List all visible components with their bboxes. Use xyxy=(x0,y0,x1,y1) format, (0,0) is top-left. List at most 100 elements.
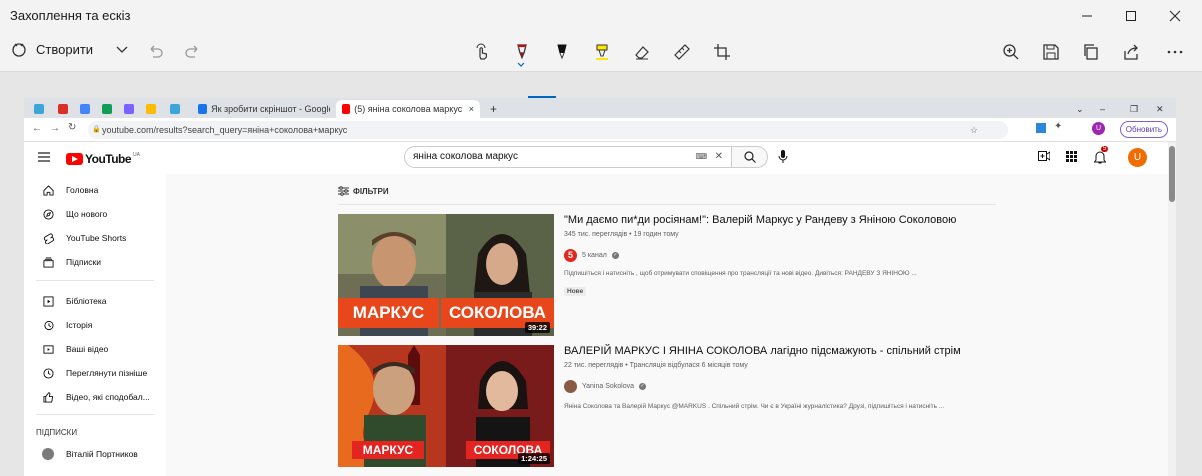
highlighter-button[interactable] xyxy=(587,38,617,66)
sidebar-item-label: Відео, які сподобал... xyxy=(66,392,150,402)
chevron-down-icon[interactable] xyxy=(115,42,129,56)
sidebar-item-home[interactable]: Головна xyxy=(24,178,166,202)
channel-row[interactable]: Yanina Sokolova ✓ xyxy=(564,380,647,393)
maximize-button[interactable] xyxy=(1108,0,1154,32)
region-label: UA xyxy=(133,152,140,158)
new-badge: Нове xyxy=(564,287,587,296)
pen-options-chevron-icon[interactable] xyxy=(517,62,525,68)
tab-favicon-icon xyxy=(58,104,68,114)
pencil-button[interactable] xyxy=(547,38,577,66)
copy-button[interactable] xyxy=(1076,38,1106,66)
create-video-icon[interactable] xyxy=(1038,151,1050,161)
more-button[interactable] xyxy=(1160,38,1190,66)
notifications-bell-icon[interactable] xyxy=(1094,151,1106,164)
clear-search-icon[interactable]: ✕ xyxy=(715,147,723,167)
browser-restore-icon[interactable]: ❐ xyxy=(1124,100,1144,118)
pinned-tab[interactable] xyxy=(140,100,162,118)
pinned-tab[interactable] xyxy=(52,100,74,118)
close-button[interactable] xyxy=(1152,0,1198,32)
sidebar-item-label: Бібліотека xyxy=(66,296,107,306)
keyboard-icon[interactable]: ⌨ xyxy=(695,147,707,167)
youtube-logo[interactable]: YouTube UA xyxy=(66,152,140,166)
forward-icon[interactable]: → xyxy=(50,123,60,134)
search-button[interactable] xyxy=(732,146,768,168)
microphone-icon[interactable] xyxy=(778,150,788,164)
tab-search-icon[interactable]: ⌄ xyxy=(1070,100,1090,118)
video-duration: 1:24:25 xyxy=(518,453,550,464)
window-title: Захоплення та ескіз xyxy=(10,8,131,23)
thumbnail-caption-left: МАРКУС xyxy=(352,441,424,459)
bookmark-star-icon[interactable]: ☆ xyxy=(970,121,978,139)
video-meta: 22 тис. переглядів • Трансляція відбулас… xyxy=(564,362,748,369)
filters-icon xyxy=(338,186,349,196)
subscriptions-icon xyxy=(42,256,54,268)
channel-row[interactable]: 5 5 канал ✓ xyxy=(564,249,619,262)
touch-write-button[interactable] xyxy=(467,38,497,66)
close-icon xyxy=(1169,10,1181,22)
account-avatar[interactable]: U xyxy=(1128,148,1147,167)
redo-button[interactable] xyxy=(178,38,208,66)
undo-button[interactable] xyxy=(140,38,170,66)
address-bar[interactable]: 🔒 youtube.com/results?search_query=яніна… xyxy=(88,121,1008,139)
captured-screenshot: Як зробити скріншот - Google Д (5) яніна… xyxy=(24,98,1176,476)
minimize-button[interactable] xyxy=(1064,0,1110,32)
tab-google-docs[interactable]: Як зробити скріншот - Google Д xyxy=(192,100,336,118)
sidebar-item-library[interactable]: Бібліотека xyxy=(24,289,166,313)
reload-icon[interactable]: ↻ xyxy=(68,122,76,133)
ruler-button[interactable] xyxy=(667,38,697,66)
save-button[interactable] xyxy=(1036,38,1066,66)
sidebar-item-label: Переглянути пізніше xyxy=(66,368,148,378)
pinned-tab[interactable] xyxy=(164,100,186,118)
back-icon[interactable]: ← xyxy=(32,123,42,134)
sidebar-item-watch-later[interactable]: Переглянути пізніше xyxy=(24,361,166,385)
update-button[interactable]: Обновить xyxy=(1119,121,1168,138)
pinned-tab[interactable] xyxy=(96,100,118,118)
ruler-icon xyxy=(674,44,690,60)
video-thumbnail[interactable]: МАРКУС СОКОЛОВА 1:24:25 xyxy=(338,345,554,467)
sidebar-item-subscriptions[interactable]: Підписки xyxy=(24,250,166,274)
sidebar-item-label: Віталій Портников xyxy=(66,449,138,459)
tab-youtube[interactable]: (5) яніна соколова маркус - You × xyxy=(336,100,480,118)
tab-label: (5) яніна соколова маркус - You xyxy=(354,104,463,114)
tab-close-icon[interactable]: × xyxy=(469,104,474,114)
crop-button[interactable] xyxy=(707,38,737,66)
zoom-button[interactable] xyxy=(996,38,1026,66)
video-title[interactable]: "Ми даємо пи*ди росіянам!": Валерій Марк… xyxy=(564,214,994,226)
more-icon xyxy=(1167,50,1183,54)
sidebar-item-history[interactable]: Історія xyxy=(24,313,166,337)
menu-icon[interactable] xyxy=(38,152,50,162)
extension-icon[interactable] xyxy=(1036,123,1046,133)
tab-favicon-icon xyxy=(170,104,180,114)
scrollbar-thumb[interactable] xyxy=(1169,146,1175,202)
search-input[interactable]: яніна соколова маркус ⌨ ✕ xyxy=(404,146,732,168)
verified-icon: ✓ xyxy=(611,252,619,259)
new-tab-button[interactable]: + xyxy=(484,100,503,118)
create-button[interactable]: Створити xyxy=(10,40,129,58)
filters-button[interactable]: ФІЛЬТРИ xyxy=(338,186,389,196)
pinned-tab[interactable] xyxy=(118,100,140,118)
page-scrollbar[interactable] xyxy=(1168,142,1176,476)
pinned-tab[interactable] xyxy=(28,100,50,118)
maximize-icon xyxy=(1126,11,1136,21)
extensions-puzzle-icon[interactable]: ✦ xyxy=(1054,121,1062,132)
apps-icon[interactable] xyxy=(1066,151,1077,162)
share-button[interactable] xyxy=(1116,38,1146,66)
sidebar-item-your-videos[interactable]: Ваші відео xyxy=(24,337,166,361)
sidebar-item-shorts[interactable]: YouTube Shorts xyxy=(24,226,166,250)
video-title[interactable]: ВАЛЕРІЙ МАРКУС І ЯНІНА СОКОЛОВА лагідно … xyxy=(564,345,994,357)
browser-close-icon[interactable]: ✕ xyxy=(1150,100,1170,118)
eraser-button[interactable] xyxy=(627,38,657,66)
sidebar-subscription-item[interactable]: Віталій Портников xyxy=(24,442,166,466)
pinned-tab[interactable] xyxy=(74,100,96,118)
video-result[interactable]: МАРКУС СОКОЛОВА 39:22 "Ми даємо пи*ди ро… xyxy=(338,214,998,336)
browser-minimize-icon[interactable]: – xyxy=(1094,100,1111,118)
profile-avatar[interactable]: U xyxy=(1092,122,1105,135)
video-thumbnail[interactable]: МАРКУС СОКОЛОВА 39:22 xyxy=(338,214,554,336)
pencil-icon xyxy=(557,44,567,60)
sidebar-item-liked[interactable]: Відео, які сподобал... xyxy=(24,385,166,409)
sidebar-item-explore[interactable]: Що нового xyxy=(24,202,166,226)
explore-icon xyxy=(42,208,54,220)
logo-text: YouTube xyxy=(85,152,132,166)
share-icon xyxy=(1124,44,1138,60)
video-result[interactable]: МАРКУС СОКОЛОВА 1:24:25 ВАЛЕРІЙ МАРКУС І… xyxy=(338,345,998,467)
